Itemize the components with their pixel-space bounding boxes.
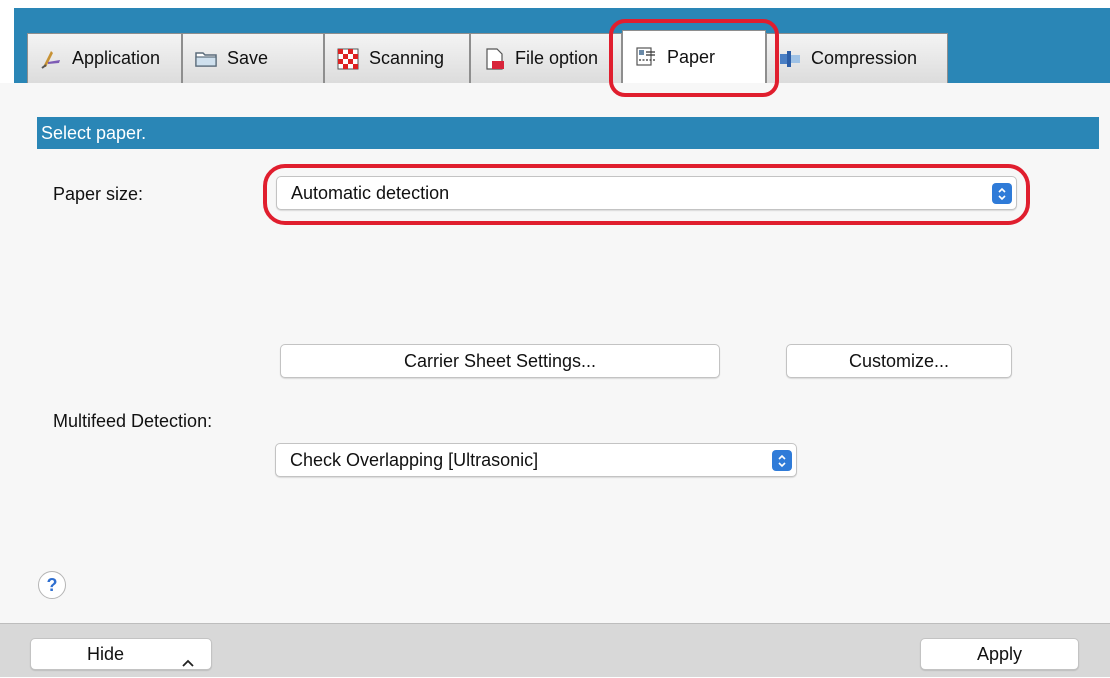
paper-size-label: Paper size:: [53, 184, 144, 204]
section-header: Select paper.: [37, 117, 1099, 149]
tab-file-option-label: File option: [515, 48, 599, 68]
file-option-icon: [483, 47, 505, 70]
tab-compression[interactable]: Compression: [766, 33, 948, 83]
tab-bar: Application Save Scanning File option Pa…: [0, 0, 1110, 83]
tab-application-label: Application: [72, 48, 161, 68]
tab-paper[interactable]: Paper: [622, 30, 766, 83]
select-stepper-icon: [992, 183, 1012, 204]
tab-save-label: Save: [227, 48, 269, 68]
multifeed-detection-select[interactable]: Check Overlapping [Ultrasonic]: [275, 443, 797, 477]
compression-icon: [779, 48, 801, 70]
paper-size-select[interactable]: Automatic detection: [276, 176, 1017, 210]
paper-size-value: Automatic detection: [291, 183, 450, 203]
tab-save[interactable]: Save: [182, 33, 324, 83]
scanning-icon: [337, 48, 359, 70]
folder-icon: [195, 48, 217, 70]
tab-paper-label: Paper: [667, 46, 716, 67]
tab-scanning[interactable]: Scanning: [324, 33, 470, 83]
carrier-sheet-settings-button[interactable]: Carrier Sheet Settings...: [280, 344, 720, 378]
tab-compression-label: Compression: [811, 48, 918, 68]
paper-icon: [635, 46, 657, 68]
help-button[interactable]: ?: [38, 571, 66, 599]
hide-button-label: Hide: [87, 644, 125, 664]
customize-button[interactable]: Customize...: [786, 344, 1012, 378]
chevron-up-icon: [181, 648, 195, 678]
multifeed-detection-label: Multifeed Detection:: [53, 411, 213, 431]
apply-button[interactable]: Apply: [920, 638, 1079, 670]
application-icon: [40, 48, 62, 70]
multifeed-detection-value: Check Overlapping [Ultrasonic]: [290, 450, 539, 470]
tab-scanning-label: Scanning: [369, 48, 445, 68]
hide-button[interactable]: Hide: [30, 638, 212, 670]
select-stepper-icon: [772, 450, 792, 471]
tab-file-option[interactable]: File option: [470, 33, 622, 83]
tab-application[interactable]: Application: [27, 33, 182, 83]
